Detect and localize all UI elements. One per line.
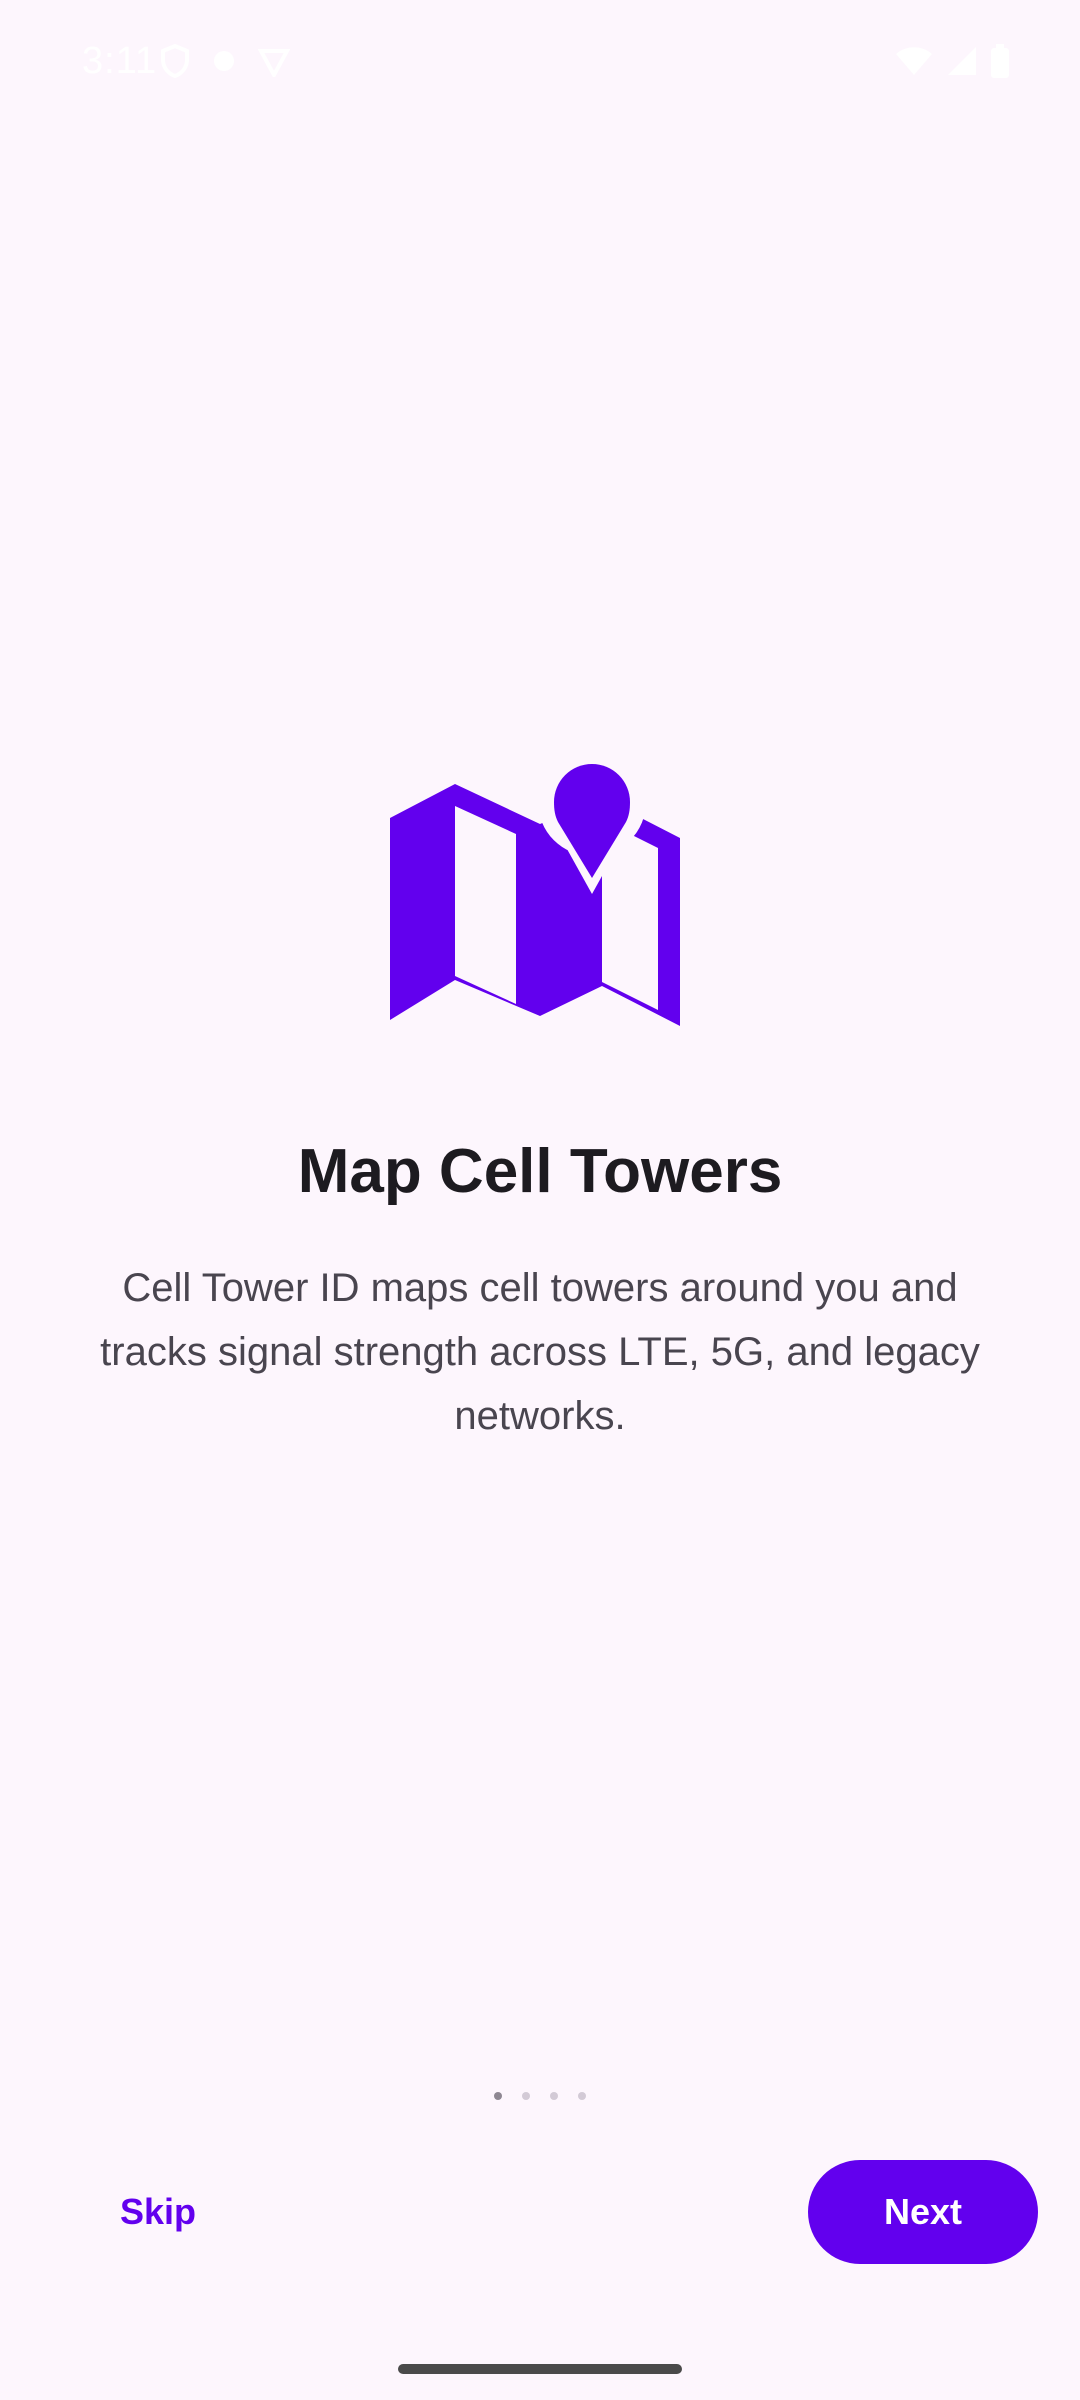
page-dot-3	[550, 2092, 558, 2100]
wifi-icon	[894, 45, 934, 77]
page-dot-2	[522, 2092, 530, 2100]
status-time: 3:11	[82, 40, 158, 82]
next-button[interactable]: Next	[808, 2160, 1038, 2264]
page-indicator	[0, 2092, 1080, 2100]
page-title: Map Cell Towers	[297, 1137, 783, 1206]
page-description: Cell Tower ID maps cell towers around yo…	[100, 1266, 980, 1438]
page-dot-1	[494, 2092, 502, 2100]
page-dot-4	[578, 2092, 586, 2100]
skip-button[interactable]: Skip	[90, 2176, 226, 2248]
status-left-icons	[160, 44, 290, 78]
vpn-shield-icon	[258, 45, 290, 77]
status-right-icons	[894, 44, 1010, 78]
shield-icon	[160, 44, 190, 78]
status-bar: 3:11	[0, 0, 1080, 126]
cell-signal-icon	[946, 45, 978, 77]
home-indicator[interactable]	[398, 2364, 682, 2374]
map-pin-icon	[380, 748, 700, 1038]
dot-icon	[210, 47, 238, 75]
battery-icon	[990, 44, 1010, 78]
